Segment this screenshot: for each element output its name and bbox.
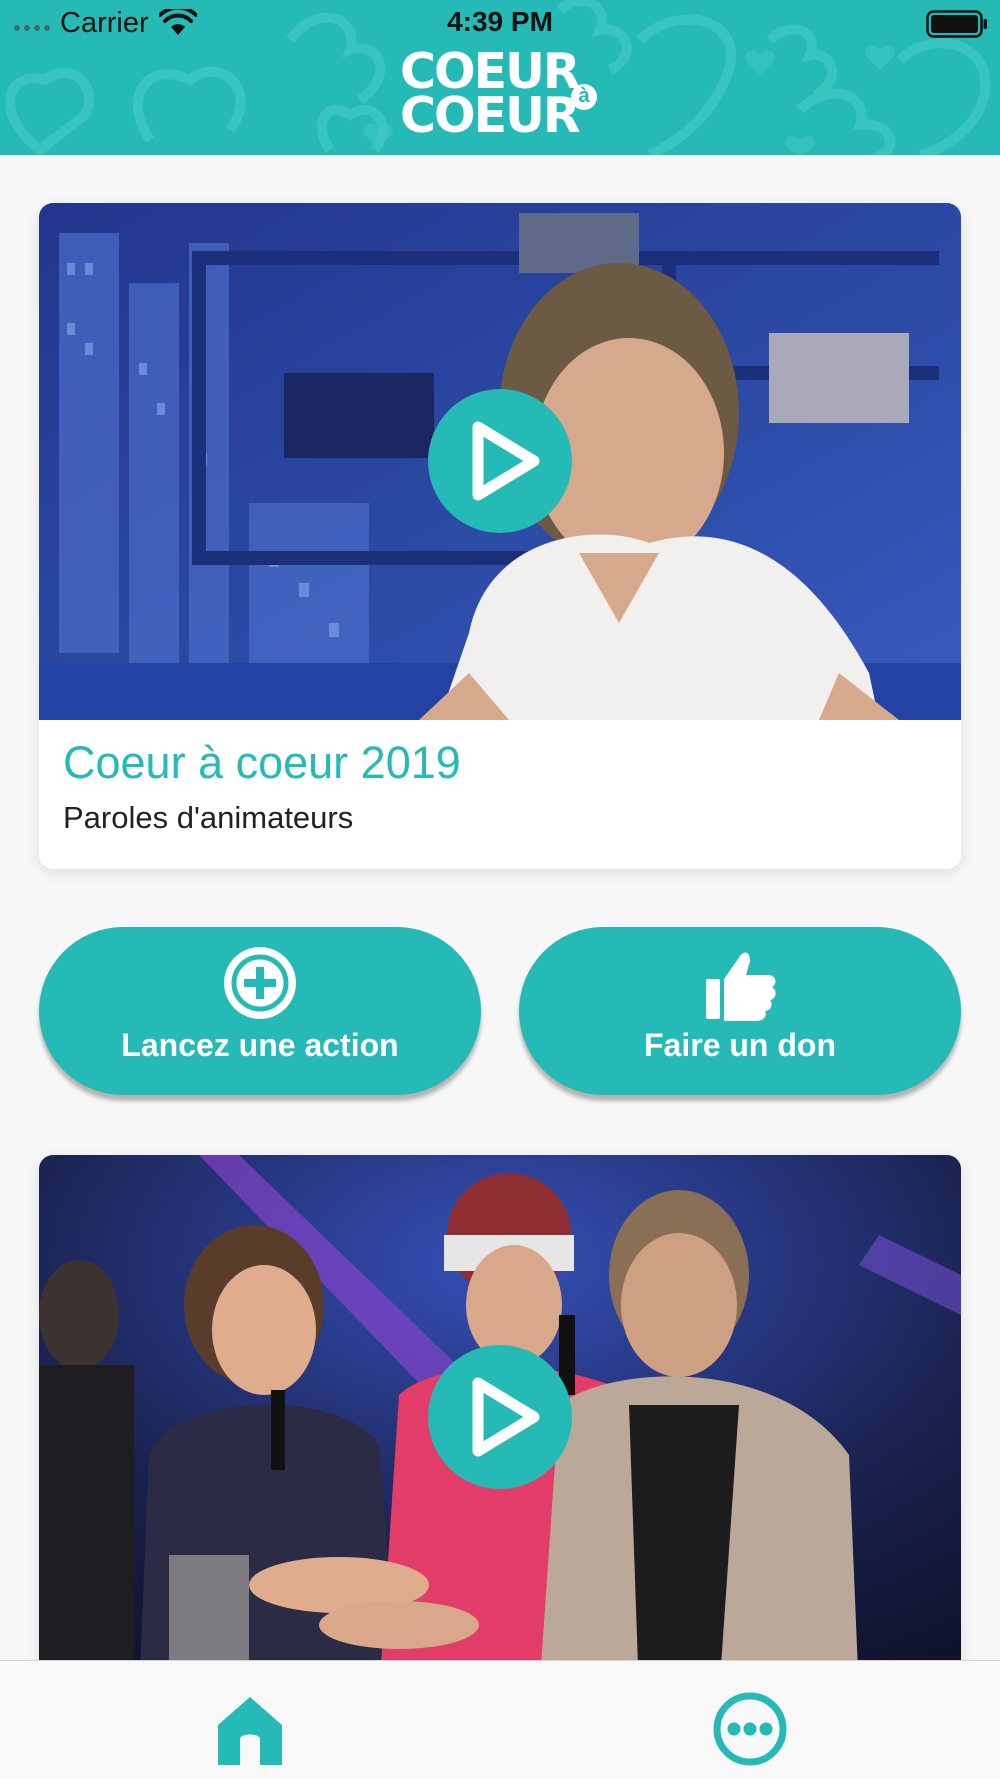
btn-icon-wrap — [519, 945, 961, 1021]
video-thumbnail[interactable] — [39, 1155, 961, 1695]
logo-a-mark: à — [571, 84, 597, 110]
plus-circle-icon — [224, 947, 296, 1019]
play-button[interactable] — [428, 1345, 572, 1489]
tab-bar — [0, 1660, 1000, 1779]
btn-icon-wrap — [39, 945, 481, 1021]
status-time: 4:39 PM — [447, 6, 553, 37]
video-card[interactable] — [39, 1155, 961, 1695]
tab-home[interactable] — [210, 1689, 290, 1769]
launch-action-label: Lancez une action — [121, 1027, 399, 1063]
thumbs-up-icon — [706, 952, 776, 1021]
card-title: Coeur à coeur 2019 — [63, 737, 461, 788]
launch-action-button[interactable]: Lancez une action — [39, 927, 481, 1095]
donate-button[interactable]: Faire un don — [519, 927, 961, 1095]
battery-icon — [926, 10, 987, 38]
video-card[interactable]: Coeur à coeur 2019 Paroles d'animateurs — [39, 203, 961, 869]
card-subtitle: Paroles d'animateurs — [63, 800, 354, 835]
logo-line-2: COEUR — [400, 87, 581, 144]
home-icon — [218, 1697, 282, 1765]
play-button[interactable] — [428, 389, 572, 533]
play-icon — [472, 421, 540, 501]
app-header: Carrier 4:39 PM COEUR COEUR à — [0, 0, 1000, 155]
donate-label: Faire un don — [644, 1027, 836, 1063]
tab-more[interactable] — [710, 1689, 790, 1769]
play-icon — [472, 1377, 540, 1457]
more-icon — [713, 1692, 787, 1766]
video-thumbnail[interactable] — [39, 203, 961, 720]
app-logo: COEUR COEUR à — [400, 47, 600, 148]
status-bar: Carrier 4:39 PM — [0, 0, 1000, 46]
